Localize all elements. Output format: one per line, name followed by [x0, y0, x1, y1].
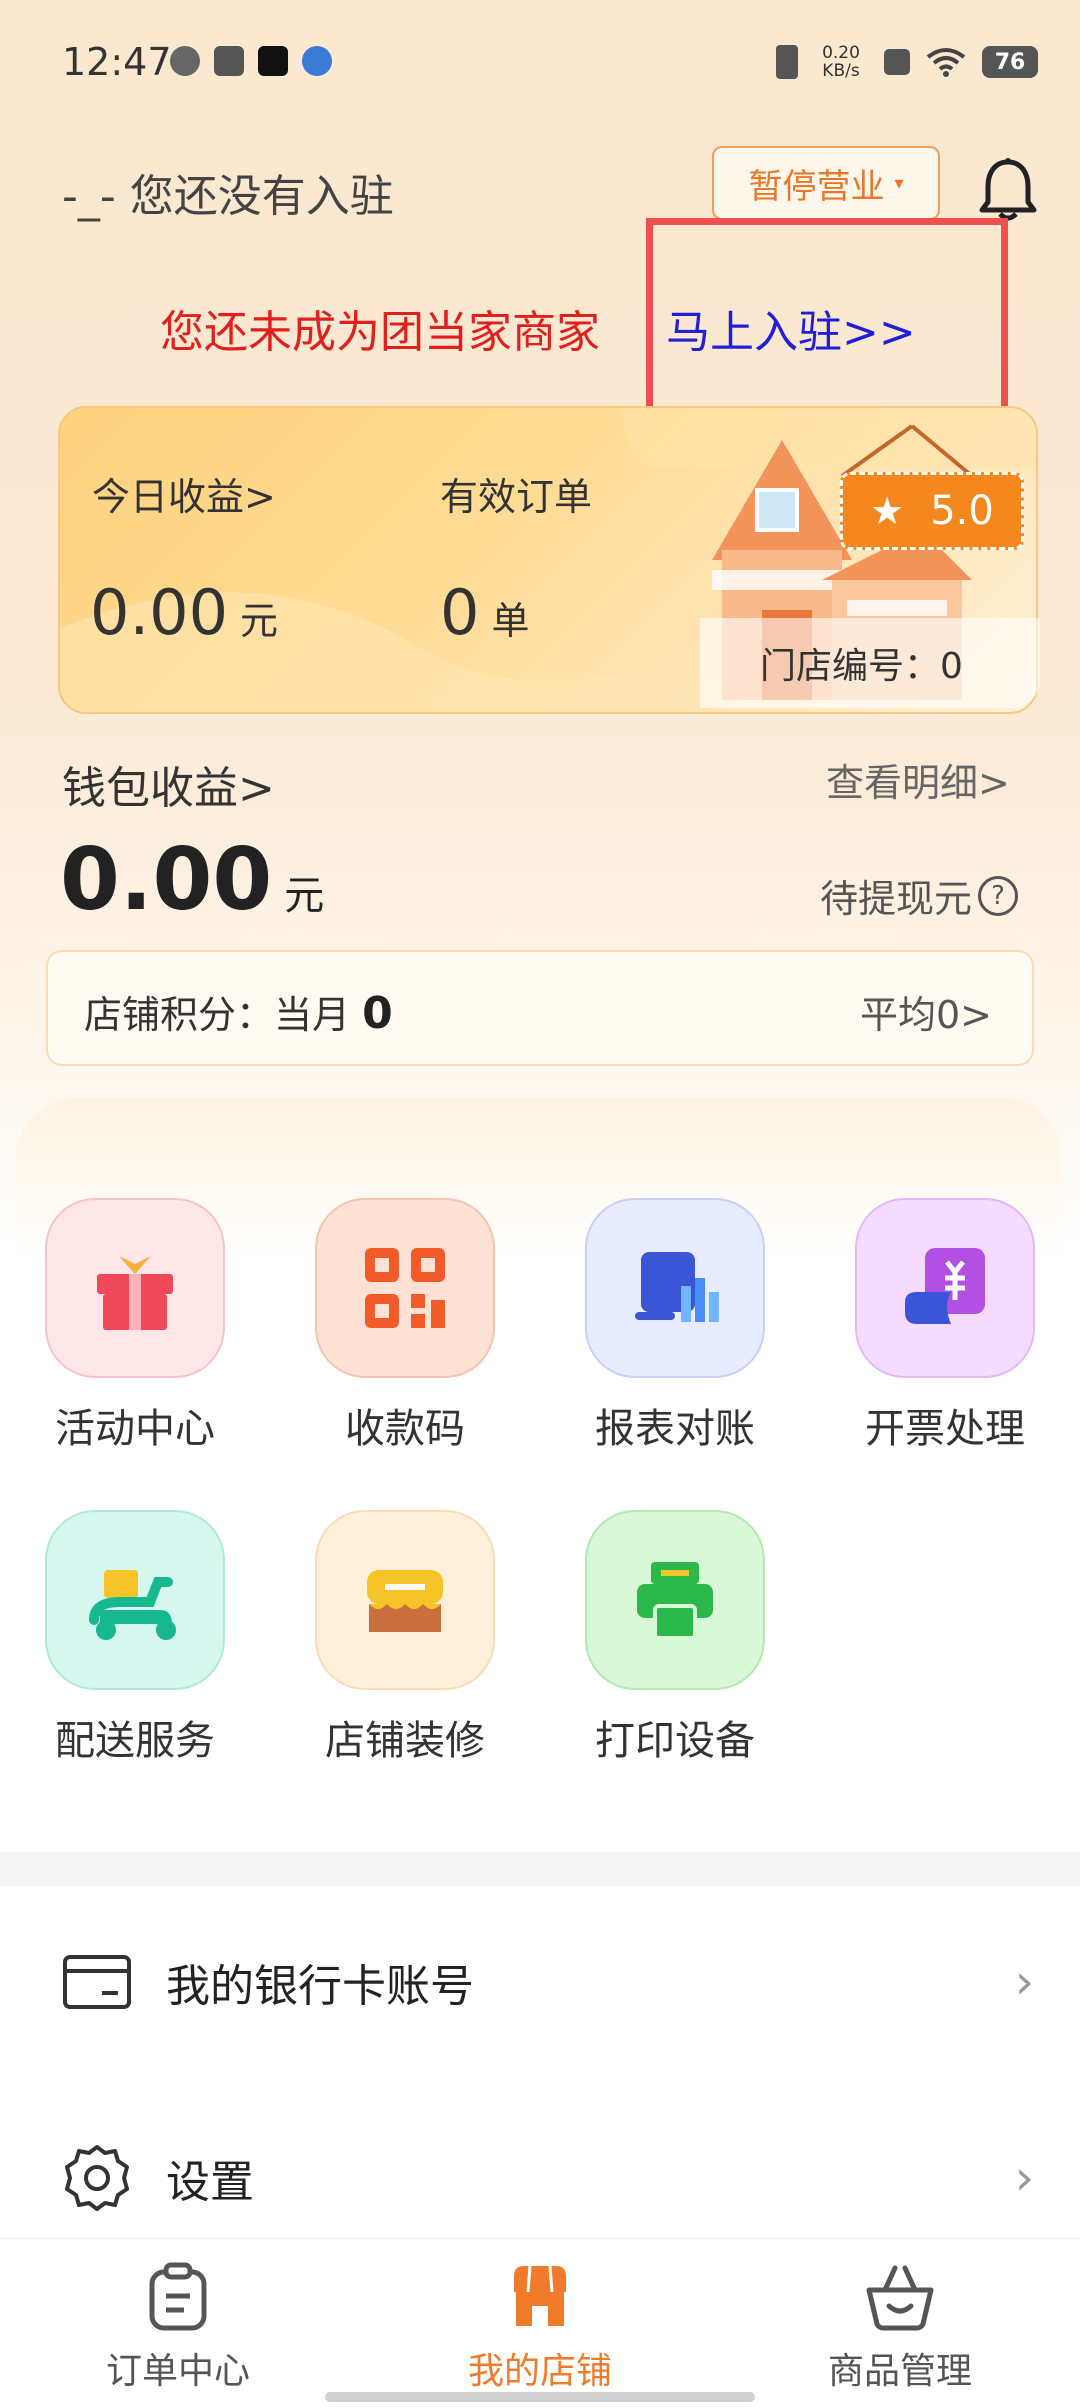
shop-score-month-value: 0 — [362, 988, 393, 1039]
bank-card-icon — [63, 1955, 131, 2009]
home-indicator — [325, 2392, 755, 2402]
shop-score-month: 店铺积分：当月 0 — [84, 984, 393, 1039]
scooter-icon — [45, 1510, 225, 1690]
rating-badge: ★ 5.0 — [840, 472, 1024, 550]
highlight-box — [646, 218, 1008, 424]
today-earnings-label[interactable]: 今日收益> — [92, 466, 276, 521]
shop-decoration-button[interactable]: 店铺装修 — [295, 1510, 515, 1766]
view-details-link[interactable]: 查看明细> — [826, 752, 1010, 807]
pause-business-button[interactable]: 暂停营业 ▾ — [712, 146, 940, 220]
mail-notification-icon — [214, 46, 244, 76]
reports-button[interactable]: 报表对账 — [565, 1198, 785, 1454]
qrcode-icon — [315, 1198, 495, 1378]
grid-label: 打印设备 — [595, 1718, 755, 1764]
basket-icon — [866, 2265, 934, 2331]
tab-my-shop[interactable]: 我的店铺 — [410, 2262, 670, 2394]
bank-card-row[interactable]: 我的银行卡账号 › — [0, 1912, 1080, 2052]
star-icon: ★ — [870, 489, 905, 533]
shop-decor-icon — [315, 1510, 495, 1690]
shop-name: -_- 您还没有入驻 — [62, 171, 394, 222]
vibrate-icon — [776, 45, 798, 79]
shop-score-label: 店铺积分：当月 — [84, 993, 351, 1037]
order-icon — [149, 2262, 207, 2331]
wallet-earnings-label[interactable]: 钱包收益> — [62, 752, 275, 816]
activity-center-button[interactable]: 活动中心 — [25, 1198, 245, 1454]
invoice-icon — [855, 1198, 1035, 1378]
tab-label: 我的店铺 — [467, 2351, 612, 2392]
store-number: 门店编号：0 — [700, 618, 1040, 708]
valid-orders-value: 0单 — [440, 576, 529, 649]
settings-row[interactable]: 设置 › — [0, 2108, 1080, 2248]
grid-label: 配送服务 — [55, 1718, 215, 1764]
tab-label: 订单中心 — [105, 2351, 250, 2392]
sim-icon — [884, 49, 910, 75]
battery-indicator: 76 — [982, 46, 1038, 78]
grid-label: 收款码 — [345, 1406, 465, 1452]
section-divider — [0, 1852, 1080, 1886]
status-system-icons: 0.20 KB/s 76 — [776, 44, 1038, 80]
wallet-earnings-unit: 元 — [284, 873, 325, 919]
tab-label: 商品管理 — [827, 2351, 972, 2392]
valid-orders-label: 有效订单 — [440, 475, 593, 519]
pending-withdrawal[interactable]: 待提现元 ? — [820, 868, 1019, 923]
print-device-button[interactable]: 打印设备 — [565, 1510, 785, 1766]
not-merchant-banner: 您还未成为团当家商家 — [160, 307, 600, 358]
dropdown-caret-icon: ▾ — [894, 172, 904, 194]
grid-label: 活动中心 — [55, 1406, 215, 1452]
status-notification-icons — [170, 46, 332, 76]
pause-business-label: 暂停营业 — [748, 166, 885, 207]
report-icon — [585, 1198, 765, 1378]
payment-code-button[interactable]: 收款码 — [295, 1198, 515, 1454]
today-earnings-unit: 元 — [240, 599, 279, 643]
chevron-right-icon: › — [1014, 2150, 1034, 2206]
valid-orders-unit: 单 — [491, 599, 530, 643]
tab-order-center[interactable]: 订单中心 — [48, 2262, 308, 2394]
delivery-service-button[interactable]: 配送服务 — [25, 1510, 245, 1766]
tab-product-management[interactable]: 商品管理 — [770, 2262, 1030, 2394]
today-earnings-number: 0.00 — [90, 576, 229, 649]
pending-withdrawal-label: 待提现元 — [820, 877, 973, 921]
app-notification-icon — [170, 46, 200, 76]
shop-score-average[interactable]: 平均0> — [860, 984, 992, 1039]
chevron-right-icon: › — [1014, 1954, 1034, 2010]
printer-icon — [585, 1510, 765, 1690]
grid-label: 报表对账 — [595, 1406, 755, 1452]
app-notification-icon-2 — [302, 46, 332, 76]
gift-icon — [45, 1198, 225, 1378]
help-icon[interactable]: ? — [978, 875, 1019, 916]
tiktok-notification-icon — [258, 46, 288, 76]
grid-label: 开票处理 — [865, 1406, 1025, 1452]
today-earnings-value: 0.00 元 — [90, 576, 278, 649]
rating-value: 5.0 — [930, 488, 994, 534]
settings-label: 设置 — [166, 2157, 254, 2208]
net-speed: 0.20 KB/s — [822, 43, 860, 81]
bell-icon[interactable] — [978, 156, 1038, 222]
shop-icon — [514, 2265, 566, 2326]
bank-card-label: 我的银行卡账号 — [166, 1961, 474, 2012]
invoice-button[interactable]: 开票处理 — [835, 1198, 1055, 1454]
wallet-earnings-number: 0.00 — [60, 830, 273, 930]
wifi-icon — [926, 48, 966, 77]
status-time: 12:47 — [62, 40, 172, 84]
grid-label: 店铺装修 — [325, 1718, 485, 1764]
valid-orders-number: 0 — [440, 576, 480, 649]
settings-icon — [65, 2145, 129, 2211]
wallet-earnings-value: 0.00 元 — [60, 830, 324, 930]
